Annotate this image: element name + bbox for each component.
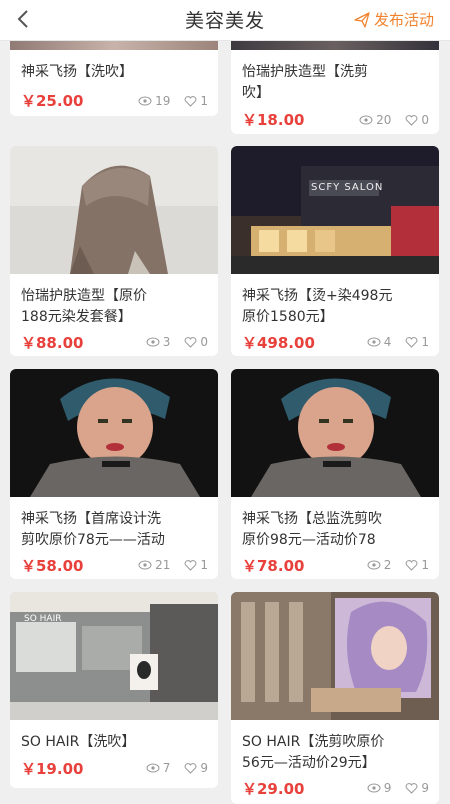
product-image [231,369,439,497]
product-title: 神采飞扬【首席设计洗 剪吹原价78元——活动 [21,511,165,548]
product-stats: 2 1 [367,558,429,572]
product-image [10,369,218,497]
product-card[interactable]: SCFY SALON 神采飞扬【烫+染498元 原价1580元】 ￥498.00… [231,146,439,356]
like-count: 1 [421,558,429,572]
product-card[interactable]: 神采飞扬【首席设计洗 剪吹原价78元——活动 ￥58.00 21 1 [10,369,218,579]
view-count: 7 [162,761,171,775]
heart-icon [405,559,418,571]
view-count: 21 [155,558,171,572]
product-card[interactable]: 神采飞扬【总监洗剪吹 原价98元—活动价78 ￥78.00 2 1 [231,369,439,579]
product-stats: 9 9 [367,781,429,795]
product-price: ￥25.00 [21,92,84,110]
eye-icon [367,560,381,570]
product-card[interactable]: SO HAIR【洗剪吹原价 56元—活动价29元】 ￥29.00 9 9 [231,592,439,804]
product-card[interactable]: 怡瑞护肤造型【原价 188元染发套餐】 ￥88.00 3 0 [10,146,218,356]
view-count: 4 [383,335,392,349]
product-title: 神采飞扬【烫+染498元 原价1580元】 [242,288,393,325]
view-count: 19 [155,94,171,108]
eye-icon [146,337,160,347]
product-price: ￥78.00 [242,557,305,575]
like-count: 1 [200,558,208,572]
product-stats: 19 1 [138,94,208,108]
product-price: ￥18.00 [242,111,305,129]
app-header: 美容美发 发布活动 [0,0,450,41]
product-image [231,592,439,720]
product-title: SO HAIR【洗吹】 [21,734,136,750]
product-title: 神采飞扬【总监洗剪吹 原价98元—活动价78 [242,511,382,548]
product-stats: 7 9 [146,761,208,775]
eye-icon [367,337,381,347]
like-count: 9 [421,781,429,795]
salon-sign: SCFY SALON [311,182,384,193]
product-price: ￥88.00 [21,334,84,352]
product-image [10,146,218,274]
publish-activity-button[interactable]: 发布活动 [354,9,434,30]
publish-activity-label: 发布活动 [373,11,434,29]
like-count: 1 [421,335,429,349]
heart-icon [184,762,197,774]
heart-icon [405,782,418,794]
product-image [10,592,218,720]
heart-icon [405,114,418,126]
product-price: ￥58.00 [21,557,84,575]
product-title: 怡瑞护肤造型【洗剪 吹】 [242,64,368,101]
product-stats: 21 1 [138,558,208,572]
view-count: 2 [383,558,392,572]
product-image [231,146,439,274]
salon-sign: SO HAIR [24,614,62,624]
heart-icon [405,336,418,348]
like-count: 0 [421,113,429,127]
product-title: 神采飞扬【洗吹】 [21,64,133,80]
heart-icon [184,559,197,571]
product-price: ￥19.00 [21,760,84,778]
product-card[interactable]: SO HAIR SO HAIR【洗吹】 ￥19.00 7 9 [10,592,218,788]
like-count: 1 [200,94,208,108]
like-count: 0 [200,335,208,349]
eye-icon [367,783,381,793]
product-price: ￥29.00 [242,780,305,798]
eye-icon [138,560,152,570]
product-title: SO HAIR【洗剪吹原价 56元—活动价29元】 [242,734,385,771]
product-stats: 4 1 [367,335,429,349]
product-price: ￥498.00 [242,334,315,352]
send-icon [354,11,370,28]
product-stats: 3 0 [146,335,208,349]
heart-icon [184,95,197,107]
eye-icon [359,115,373,125]
eye-icon [138,96,152,106]
eye-icon [146,763,160,773]
product-stats: 20 0 [359,113,429,127]
view-count: 20 [376,113,392,127]
view-count: 9 [383,781,392,795]
product-title: 怡瑞护肤造型【原价 188元染发套餐】 [21,288,147,325]
like-count: 9 [200,761,208,775]
heart-icon [184,336,197,348]
view-count: 3 [162,335,171,349]
